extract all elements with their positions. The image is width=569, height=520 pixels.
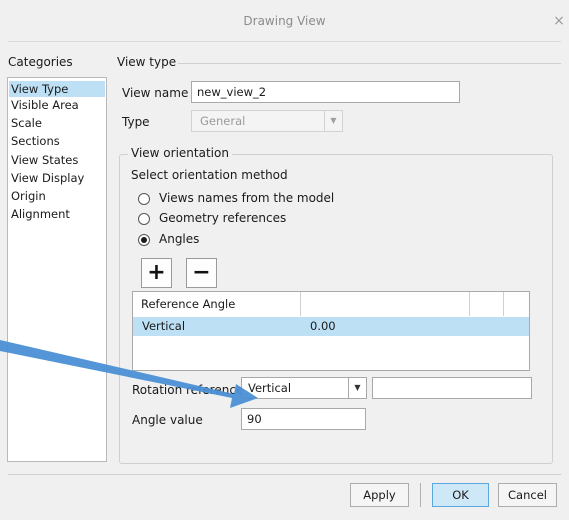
- remove-icon: −: [192, 260, 211, 285]
- close-icon[interactable]: ×: [551, 13, 567, 29]
- divider: [8, 41, 561, 42]
- radio-geometry-references[interactable]: Geometry references: [137, 211, 337, 227]
- view-name-input[interactable]: new_view_2: [191, 81, 460, 103]
- angle-value-input[interactable]: 90: [241, 408, 366, 430]
- column-header-value: [301, 292, 470, 316]
- reference-angle-table[interactable]: Reference Angle Vertical 0.00: [132, 291, 530, 371]
- cell-reference: Vertical: [142, 319, 186, 333]
- category-alignment[interactable]: Alignment: [9, 206, 105, 222]
- view-orientation-title: View orientation: [128, 146, 232, 160]
- table-row[interactable]: Vertical 0.00: [133, 317, 529, 336]
- ok-button[interactable]: OK: [432, 483, 489, 507]
- type-label: Type: [122, 115, 150, 129]
- radio-icon: [138, 234, 150, 246]
- radio-label: Geometry references: [159, 211, 287, 225]
- rotation-reference-label: Rotation reference: [132, 383, 244, 397]
- window-title: Drawing View: [243, 14, 326, 28]
- apply-button[interactable]: Apply: [350, 483, 409, 507]
- radio-label: Angles: [159, 232, 200, 246]
- radio-icon: [138, 213, 150, 225]
- add-angle-button[interactable]: +: [141, 258, 172, 288]
- cancel-button[interactable]: Cancel: [498, 483, 557, 507]
- radio-label: Views names from the model: [159, 191, 335, 205]
- radio-angles[interactable]: Angles: [137, 232, 257, 248]
- radio-views-names[interactable]: Views names from the model: [137, 191, 377, 207]
- categories-list[interactable]: View Type Visible Area Scale Sections Vi…: [7, 77, 107, 462]
- category-view-display[interactable]: View Display: [9, 170, 105, 186]
- category-scale[interactable]: Scale: [9, 115, 105, 131]
- category-visible-area[interactable]: Visible Area: [9, 97, 105, 113]
- angle-value-label: Angle value: [132, 413, 203, 427]
- dropdown-arrow-icon: ▼: [348, 378, 366, 398]
- view-name-label: View name: [122, 86, 189, 100]
- cell-angle: 0.00: [310, 319, 336, 333]
- rotation-reference-value: Vertical: [248, 381, 292, 395]
- categories-title: Categories: [8, 55, 73, 69]
- remove-angle-button[interactable]: −: [186, 258, 217, 288]
- column-header-reference-angle: Reference Angle: [133, 292, 301, 316]
- divider: [178, 63, 561, 64]
- type-select[interactable]: General ▼: [191, 110, 343, 132]
- category-view-states[interactable]: View States: [9, 152, 105, 168]
- rotation-reference-field[interactable]: [372, 377, 532, 399]
- category-sections[interactable]: Sections: [9, 133, 105, 149]
- divider: [8, 474, 561, 475]
- column-header-extra: [470, 292, 504, 316]
- dropdown-arrow-icon: ▼: [324, 111, 342, 131]
- type-value: General: [200, 114, 246, 128]
- button-separator: [420, 483, 421, 507]
- add-icon: +: [147, 260, 166, 285]
- rotation-reference-select[interactable]: Vertical ▼: [241, 377, 367, 399]
- view-type-title: View type: [117, 55, 177, 69]
- orientation-method-label: Select orientation method: [131, 168, 288, 182]
- category-origin[interactable]: Origin: [9, 188, 105, 204]
- radio-icon: [138, 193, 150, 205]
- category-view-type[interactable]: View Type: [9, 81, 105, 97]
